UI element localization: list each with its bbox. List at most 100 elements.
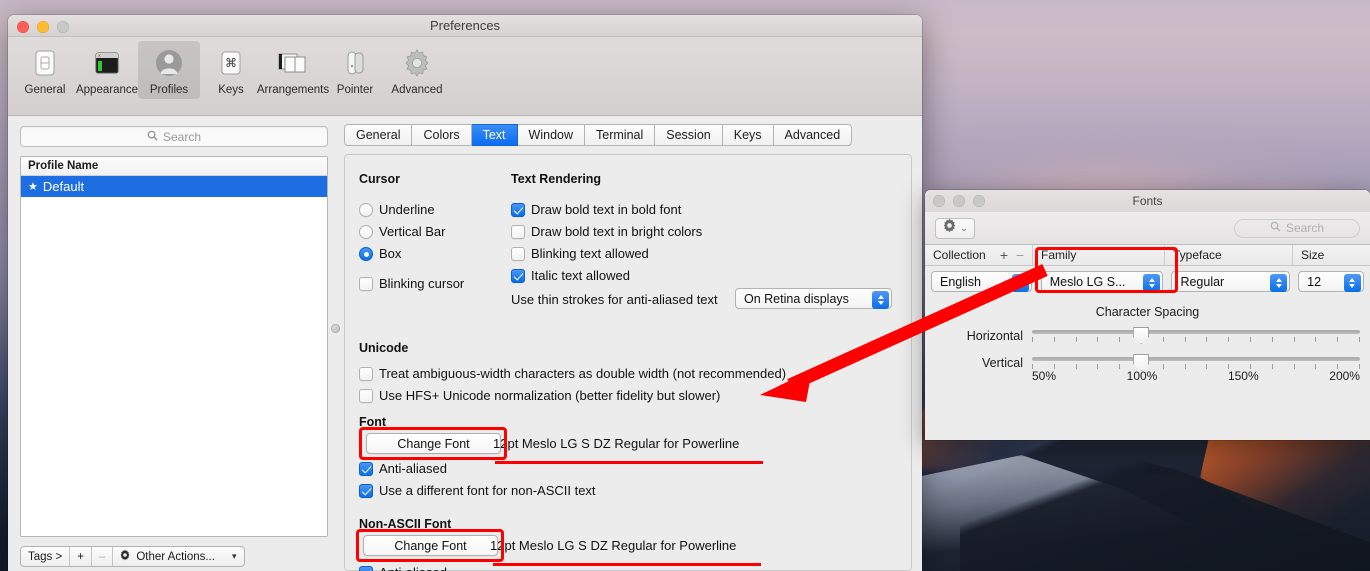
use-different-non-ascii-row[interactable]: Use a different font for non-ASCII text <box>359 483 596 498</box>
stepper-icon[interactable] <box>872 290 889 309</box>
profile-row-default[interactable]: ★ Default <box>21 176 327 197</box>
tab-advanced[interactable]: Advanced <box>773 124 853 146</box>
window-title: Preferences <box>429 18 501 33</box>
toolbar-item-keys[interactable]: ⌘ Keys <box>200 41 262 99</box>
checkbox-use-different-non-ascii-font[interactable] <box>359 483 373 498</box>
checkbox-blinking-cursor[interactable] <box>359 276 373 291</box>
fonts-window: Fonts ⌄ Search Collection + − Family Typ… <box>925 190 1370 440</box>
fonts-titlebar[interactable]: Fonts <box>925 190 1370 212</box>
toolbar-item-pointer[interactable]: Pointer <box>324 41 386 99</box>
stepper-icon[interactable] <box>1011 273 1029 292</box>
option-label: Underline <box>379 202 435 217</box>
tags-button[interactable]: Tags > <box>21 547 71 566</box>
tab-session[interactable]: Session <box>655 124 723 146</box>
family-popup[interactable]: Meslo LG S... <box>1040 271 1164 292</box>
fonts-action-menu-button[interactable]: ⌄ <box>935 217 975 239</box>
preferences-body: Search Profile Name ★ Default Tags > + – <box>8 116 922 571</box>
text-rendering-heading: Text Rendering <box>511 172 602 186</box>
horizontal-slider[interactable] <box>1032 327 1360 344</box>
plus-icon[interactable]: + <box>1000 247 1008 263</box>
toolbar-item-arrangements[interactable]: Arrangements <box>257 41 329 99</box>
column-header-collection-wrap: Collection + − <box>925 245 1033 265</box>
radio-box[interactable] <box>359 246 373 261</box>
scale-label-150: 150% <box>1227 369 1259 383</box>
font-anti-aliased-row[interactable]: Anti-aliased <box>359 461 447 476</box>
chevron-down-icon: ⌄ <box>960 222 968 233</box>
collection-popup[interactable]: English <box>931 271 1032 292</box>
profiles-column-header: Profile Name <box>21 157 327 176</box>
checkbox-non-ascii-anti-aliased[interactable] <box>359 565 373 571</box>
cursor-option-underline[interactable]: Underline <box>359 202 435 217</box>
radio-underline[interactable] <box>359 202 373 217</box>
cursor-blinking-checkbox-row[interactable]: Blinking cursor <box>359 276 464 291</box>
typeface-value: Regular <box>1180 274 1225 289</box>
checkbox-draw-bold-in-bright-colors[interactable] <box>511 224 525 239</box>
fonts-search-input[interactable]: Search <box>1234 218 1360 238</box>
cursor-section-heading: Cursor <box>359 172 400 186</box>
toolbar-item-profiles[interactable]: Profiles <box>138 41 200 99</box>
spacing-scale-labels: 50% 100% 150% 200% <box>935 369 1360 383</box>
tab-window[interactable]: Window <box>517 124 586 146</box>
toolbar-item-advanced[interactable]: Advanced <box>386 41 448 99</box>
non-ascii-change-font-button[interactable]: Change Font <box>363 535 498 556</box>
checkbox-hfs-normalization[interactable] <box>359 388 373 403</box>
toolbar-item-general[interactable]: General <box>14 41 76 99</box>
checkbox-draw-bold-in-bold-font[interactable] <box>511 202 525 217</box>
tab-terminal[interactable]: Terminal <box>585 124 656 146</box>
profiles-list[interactable]: Profile Name ★ Default <box>20 156 328 537</box>
stepper-icon[interactable] <box>1270 273 1288 292</box>
unicode-hfs-normalization-row[interactable]: Use HFS+ Unicode normalization (better f… <box>359 388 720 403</box>
option-label: Box <box>379 246 402 261</box>
add-profile-button[interactable]: + <box>70 547 92 566</box>
checkbox-font-anti-aliased[interactable] <box>359 461 373 476</box>
thin-strokes-popup[interactable]: On Retina displays <box>735 288 892 309</box>
search-input[interactable]: Search <box>20 126 328 147</box>
stepper-icon[interactable] <box>1143 273 1161 292</box>
radio-vertical-bar[interactable] <box>359 224 373 239</box>
tr-draw-bold-bold-font-row[interactable]: Draw bold text in bold font <box>511 202 681 217</box>
minus-icon[interactable]: − <box>1016 247 1024 263</box>
slider-track <box>1032 357 1360 361</box>
option-label: Italic text allowed <box>531 268 630 283</box>
cursor-option-vertical-bar[interactable]: Vertical Bar <box>359 224 445 239</box>
pointer-mouse-icon <box>337 45 373 81</box>
tr-draw-bold-bright-colors-row[interactable]: Draw bold text in bright colors <box>511 224 702 239</box>
toolbar-item-appearance[interactable]: × Appearance <box>76 41 138 99</box>
profiles-segmented-controls: Tags > + – Other Actions... ▾ <box>20 546 246 567</box>
option-label: Draw bold text in bright colors <box>531 224 703 239</box>
tab-keys[interactable]: Keys <box>722 124 774 146</box>
preferences-window: Preferences General × Appearance Profile… <box>8 15 922 571</box>
horizontal-spacing-row: Horizontal <box>935 327 1360 344</box>
other-actions-menu[interactable]: Other Actions... ▾ <box>113 547 244 566</box>
vertical-slider[interactable] <box>1032 354 1360 371</box>
horizontal-label: Horizontal <box>966 329 1023 343</box>
slider-ticks <box>1032 337 1360 342</box>
scale-label-50: 50% <box>1032 369 1057 383</box>
checkbox-italic-text-allowed[interactable] <box>511 268 525 283</box>
split-resize-handle[interactable] <box>331 324 340 333</box>
preferences-titlebar[interactable]: Preferences <box>8 15 922 37</box>
checkbox-ambiguous-width[interactable] <box>359 366 373 381</box>
tab-text[interactable]: Text <box>471 124 518 146</box>
tr-italic-text-row[interactable]: Italic text allowed <box>511 268 630 283</box>
checkbox-blinking-text-allowed[interactable] <box>511 246 525 261</box>
tr-blinking-text-row[interactable]: Blinking text allowed <box>511 246 649 261</box>
option-label: Use HFS+ Unicode normalization (better f… <box>379 388 721 403</box>
cursor-option-box[interactable]: Box <box>359 246 401 261</box>
remove-profile-button[interactable]: – <box>92 547 114 566</box>
unicode-heading: Unicode <box>359 341 409 355</box>
toolbar-label: Advanced <box>391 84 443 96</box>
thin-strokes-value: On Retina displays <box>744 291 849 306</box>
font-change-font-button[interactable]: Change Font <box>366 433 501 454</box>
tab-colors[interactable]: Colors <box>412 124 472 146</box>
non-ascii-anti-aliased-row[interactable]: Anti-aliased <box>359 565 447 571</box>
tab-general[interactable]: General <box>344 124 413 146</box>
non-ascii-font-description: 12pt Meslo LG S DZ Regular for Powerline <box>490 538 737 553</box>
option-label: Anti-aliased <box>379 461 447 476</box>
stepper-icon[interactable] <box>1343 273 1361 292</box>
size-popup[interactable]: 12 <box>1298 271 1364 292</box>
unicode-ambiguous-width-row[interactable]: Treat ambiguous-width characters as doub… <box>359 366 786 381</box>
scale-label-100: 100% <box>1126 369 1158 383</box>
typeface-popup[interactable]: Regular <box>1171 271 1291 292</box>
toolbar-label: Arrangements <box>256 84 330 96</box>
